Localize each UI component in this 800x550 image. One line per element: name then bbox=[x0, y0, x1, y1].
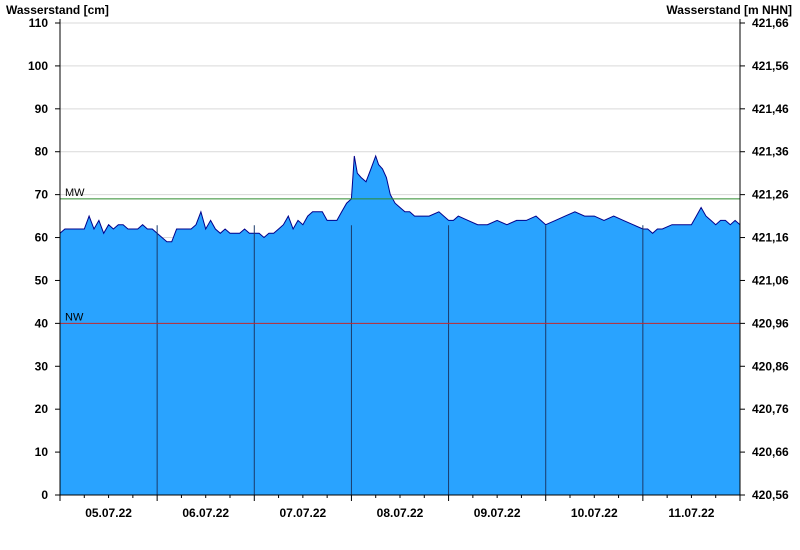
y-tick-label-left: 0 bbox=[41, 488, 48, 502]
y-tick-label-right: 421,46 bbox=[752, 102, 789, 116]
ref-label-mw: MW bbox=[65, 187, 85, 199]
series-area bbox=[59, 154, 741, 495]
x-tick-label: 06.07.22 bbox=[182, 506, 229, 520]
right-axis-title: Wasserstand [m NHN] bbox=[666, 3, 792, 17]
y-tick-label-left: 90 bbox=[35, 102, 49, 116]
y-tick-label-left: 110 bbox=[29, 16, 49, 30]
y-tick-label-left: 80 bbox=[35, 145, 49, 159]
y-tick-label-left: 40 bbox=[35, 316, 49, 330]
y-tick-label-right: 421,66 bbox=[752, 16, 789, 30]
x-tick-label: 07.07.22 bbox=[279, 506, 326, 520]
y-tick-label-right: 421,36 bbox=[752, 145, 789, 159]
y-tick-label-left: 70 bbox=[35, 188, 49, 202]
y-tick-label-left: 30 bbox=[35, 359, 49, 373]
y-tick-label-right: 421,16 bbox=[752, 231, 789, 245]
water-level-chart: Wasserstand [cm] Wasserstand [m NHN] MW N… bbox=[6, 3, 792, 520]
y-tick-label-left: 10 bbox=[35, 445, 49, 459]
y-tick-label-right: 421,26 bbox=[752, 188, 789, 202]
x-tick-label: 10.07.22 bbox=[571, 506, 618, 520]
y-tick-label-right: 421,06 bbox=[752, 273, 789, 287]
y-tick-label-left: 100 bbox=[28, 59, 48, 73]
y-tick-label-right: 420,66 bbox=[752, 445, 789, 459]
x-tick-label: 11.07.22 bbox=[668, 506, 714, 520]
y-tick-label-right: 420,86 bbox=[752, 359, 789, 373]
left-axis-title: Wasserstand [cm] bbox=[6, 3, 109, 17]
x-tick-label: 05.07.22 bbox=[85, 506, 132, 520]
x-tick-label: 09.07.22 bbox=[474, 506, 521, 520]
x-tick-label: 08.07.22 bbox=[377, 506, 424, 520]
y-tick-label-right: 420,56 bbox=[752, 488, 789, 502]
y-tick-label-right: 421,56 bbox=[752, 59, 789, 73]
y-tick-label-right: 420,96 bbox=[752, 316, 789, 330]
y-tick-label-left: 20 bbox=[35, 402, 49, 416]
ref-label-nw: NW bbox=[65, 311, 84, 323]
y-tick-label-left: 50 bbox=[35, 273, 49, 287]
y-tick-label-left: 60 bbox=[35, 231, 49, 245]
y-tick-label-right: 420,76 bbox=[752, 402, 789, 416]
